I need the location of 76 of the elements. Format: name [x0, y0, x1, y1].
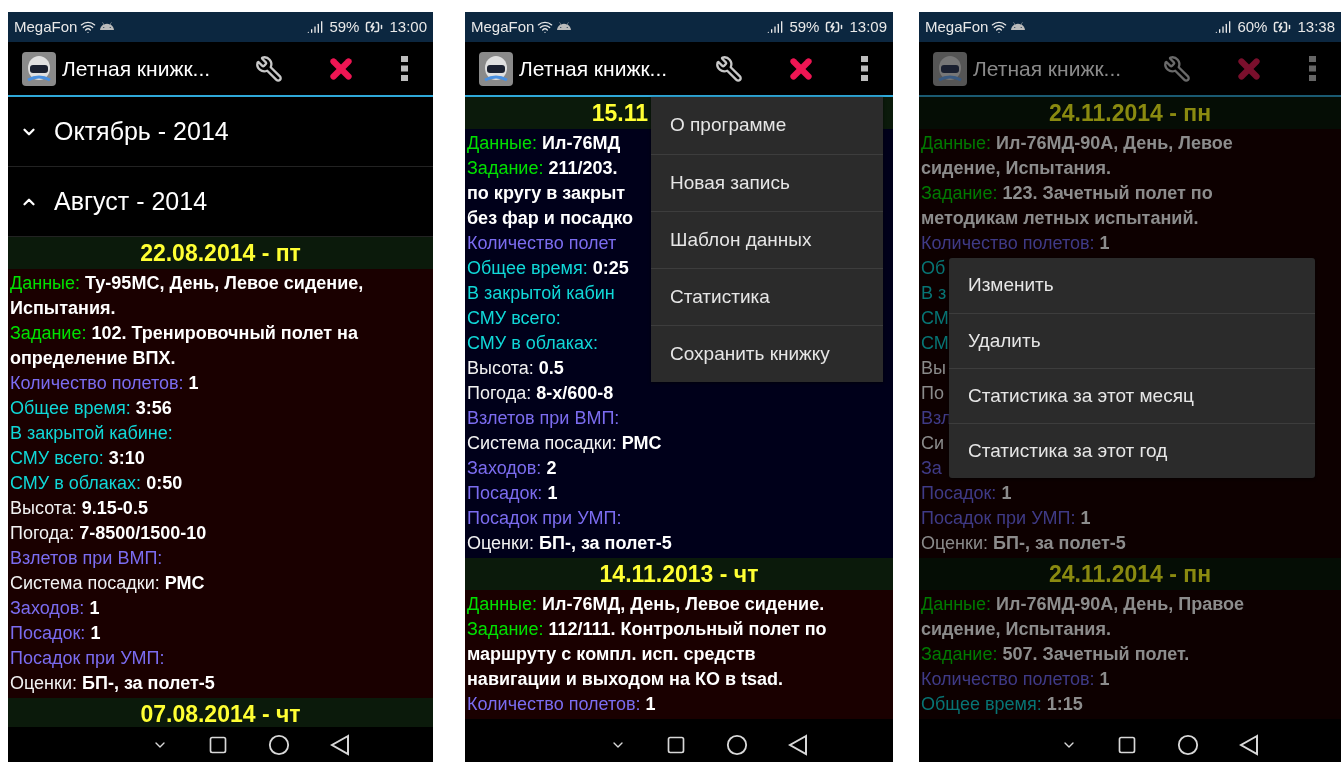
entry-field: методикам летных испытаний.	[919, 206, 1203, 231]
date-label: 07.08.2014 - чт	[140, 699, 301, 727]
entry-field: Посадок при УМП: 1	[919, 506, 1095, 531]
entry-field: Заходов: 1	[8, 596, 104, 621]
entry-field: В закрытой кабин	[465, 281, 619, 306]
entry-field: Погода: 7-8500/1500-10	[8, 521, 211, 546]
app-title: Летная книжк...	[973, 55, 1122, 82]
entry-field: Высота: 0.5	[465, 356, 568, 381]
entry-field: Взлетов при ВМП:	[8, 546, 167, 571]
entry-field: За	[919, 456, 946, 481]
clock-time: 13:38	[1297, 16, 1335, 37]
entry-field: Посадок при УМП:	[8, 646, 169, 671]
date-label: 14.11.2013 - чт	[599, 559, 759, 589]
entry-field: Задание: 102. Тренировочный полет на	[8, 321, 362, 346]
entry-field: Количество полетов: 1	[919, 667, 1114, 692]
entry-field: СМУ всего:	[465, 306, 565, 331]
entry-field: Данные: Ил-76МД	[465, 131, 625, 156]
entry-field: СМУ всего: 3:10	[8, 446, 149, 471]
entry-field: Посадок: 1	[465, 481, 562, 506]
battery-percent: 60%	[1237, 16, 1268, 37]
entry-field: Количество полет	[465, 231, 621, 256]
entry-field: Данные: Ил-76МД, День, Левое сидение.	[465, 592, 829, 617]
entry-field: Задание: 211/203.	[465, 156, 622, 181]
entry-field: без фар и посадко	[465, 206, 637, 231]
entry-field: Общее время: 3:56	[8, 396, 176, 421]
clock-time: 13:00	[389, 16, 427, 37]
entry-field: Вы	[919, 356, 950, 381]
entry-field: В з	[919, 281, 951, 306]
entry-field: Общее время: 1:15	[919, 692, 1087, 717]
carrier-name: MegaFon	[14, 16, 78, 37]
entry-field: СМУ в облаках:	[465, 331, 603, 356]
entry-field: Испытания.	[8, 296, 120, 321]
date-label: 24.11.2014 - пн	[1048, 559, 1212, 589]
entry-field: СМУ в облаках: 0:50	[8, 471, 187, 496]
entry-field: Задание: 507. Зачетный полет.	[919, 642, 1194, 667]
app-title: Летная книжк...	[519, 55, 668, 82]
battery-percent: 59%	[329, 16, 360, 37]
entry-field: определение ВПХ.	[8, 346, 180, 371]
date-label: 15.11	[591, 98, 648, 128]
clock-time: 13:09	[849, 16, 887, 37]
entry-field: по кругу в закрыт	[465, 181, 630, 206]
entry-field: Задание: 112/111. Контрольный полет по	[465, 617, 831, 642]
entry-field: Система посадки: РМС	[465, 431, 666, 456]
battery-percent: 59%	[789, 16, 820, 37]
entry-field: Система посадки: РМС	[8, 571, 209, 596]
entry-field: В закрытой кабине:	[8, 421, 177, 446]
carrier-name: MegaFon	[925, 16, 989, 37]
entry-field: Погода: 8-х/600-8	[465, 381, 618, 406]
entry-field: Посадок: 1	[919, 481, 1016, 506]
entry-field: Данные: Ту-95МС, День, Левое сидение,	[8, 271, 368, 296]
entry-field: навигации и выходом на КО в tsad.	[465, 667, 787, 692]
entry-field: Данные: Ил-76МД-90А, День, Левое	[919, 131, 1237, 156]
entry-field: Си	[919, 431, 949, 456]
entry-field: Задание: 123. Зачетный полет по	[919, 181, 1217, 206]
entry-field: сидение, Испытания.	[919, 156, 1115, 181]
entry-field: Посадок при УМП:	[465, 506, 626, 531]
entry-field: Заходов: 2	[465, 456, 561, 481]
entry-field: Об	[919, 256, 950, 281]
date-label: 24.11.2014 - пн	[1048, 98, 1212, 128]
entry-field: Количество полетов: 1	[465, 692, 660, 717]
entry-field: Данные: Ил-76МД-90А, День, Правое	[919, 592, 1249, 617]
entry-field: Посадок: 1	[8, 621, 105, 646]
entry-field: Высота: 9.15-0.5	[8, 496, 152, 521]
entry-field: сидение, Испытания.	[919, 617, 1115, 642]
entry-field: Количество полетов: 1	[919, 231, 1114, 256]
date-label: 22.08.2014 - пт	[140, 238, 301, 268]
app-title: Летная книжк...	[62, 55, 211, 82]
entry-field: Общее время: 0:25	[465, 256, 633, 281]
entry-field: По	[919, 381, 948, 406]
entry-field: Оценки: БП-, за полет-5	[8, 671, 219, 696]
entry-field: Взлетов при ВМП:	[465, 406, 624, 431]
carrier-name: MegaFon	[471, 16, 535, 37]
entry-field: Оценки: БП-, за полет-5	[919, 531, 1130, 556]
entry-field: Количество полетов: 1	[8, 371, 203, 396]
entry-field: Оценки: БП-, за полет-5	[465, 531, 676, 556]
entry-field: маршруту с компл. исп. средств	[465, 642, 760, 667]
